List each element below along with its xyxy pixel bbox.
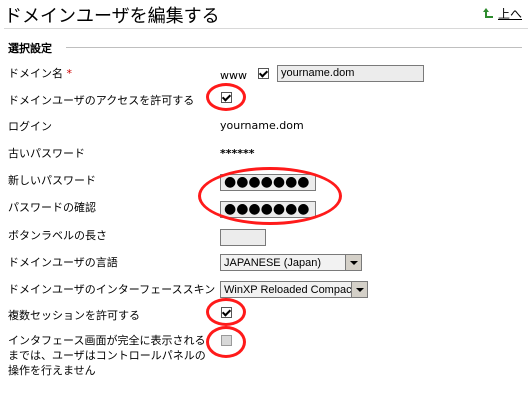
skin-label: ドメインユーザのインターフェーススキン	[8, 283, 216, 296]
lock-until-loaded-label: インタフェース画面が完全に表示されるまでは、ユーザはコントロールパネルの操作を行…	[8, 334, 206, 377]
skin-selected-value: WinXP Reloaded Compact	[224, 284, 355, 296]
login-value: yourname.dom	[220, 119, 304, 132]
language-selected-value: JAPANESE (Japan)	[224, 257, 322, 269]
allow-access-label: ドメインユーザのアクセスを許可する	[8, 94, 195, 107]
required-mark: *	[66, 67, 73, 80]
section-title: 選択設定	[8, 42, 52, 55]
www-checkbox[interactable]	[258, 68, 269, 79]
highlight-circle	[206, 298, 246, 326]
up-level-link[interactable]: 上へ	[482, 5, 522, 22]
multiple-sessions-label: 複数セッションを許可する	[8, 309, 140, 322]
new-password-label: 新しいパスワード	[8, 174, 96, 187]
confirm-password-label: パスワードの確認	[8, 201, 96, 214]
button-label-length-label: ボタンラベルの長さ	[8, 229, 107, 242]
button-label-length-input[interactable]	[220, 229, 266, 246]
domain-name-label: ドメイン名 *	[8, 65, 72, 81]
title-divider	[4, 28, 528, 29]
www-prefix-label: www	[220, 69, 247, 82]
chevron-down-icon	[351, 282, 367, 297]
old-password-label: 古いパスワード	[8, 147, 85, 160]
up-arrow-icon	[482, 7, 493, 18]
login-label: ログイン	[8, 120, 52, 133]
domain-name-input[interactable]: yourname.dom	[277, 65, 424, 82]
domain-name-label-text: ドメイン名	[8, 67, 63, 80]
chevron-down-icon	[345, 255, 361, 270]
up-level-label: 上へ	[497, 7, 522, 21]
language-select[interactable]: JAPANESE (Japan)	[220, 254, 362, 271]
page-title: ドメインユーザを編集する	[4, 6, 220, 27]
highlight-circle	[206, 326, 246, 358]
skin-select[interactable]: WinXP Reloaded Compact	[220, 281, 368, 298]
language-label: ドメインユーザの言語	[8, 256, 118, 269]
section-divider	[66, 47, 522, 48]
highlight-circle	[206, 83, 246, 111]
old-password-value: ******	[220, 147, 255, 160]
highlight-circle	[198, 167, 342, 225]
